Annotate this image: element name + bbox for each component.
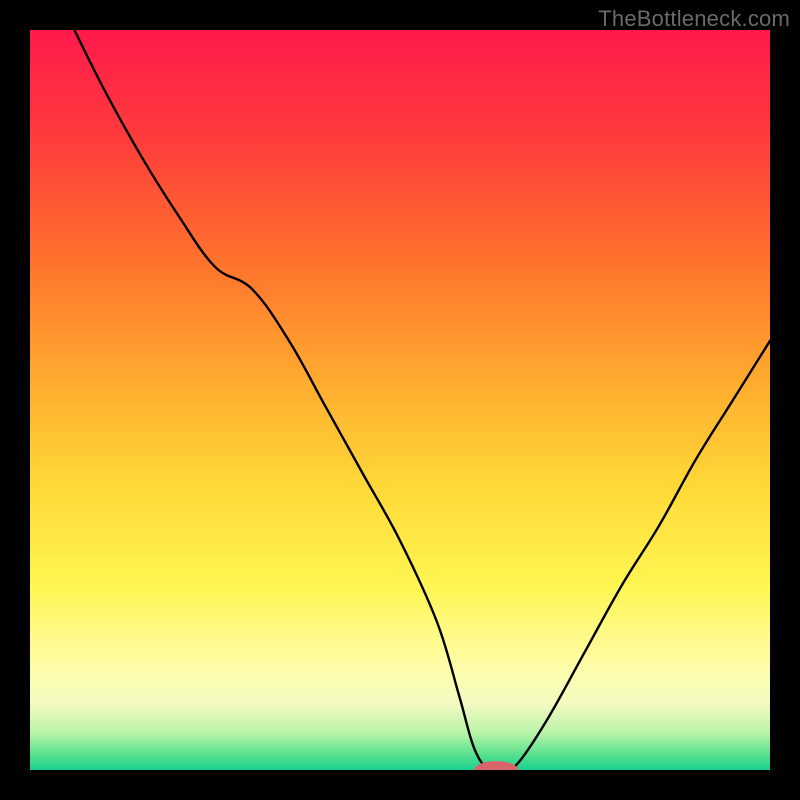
gradient-background (30, 30, 770, 770)
watermark-text: TheBottleneck.com (598, 6, 790, 32)
chart-svg (30, 30, 770, 770)
chart-frame: TheBottleneck.com (0, 0, 800, 800)
chart-plot-area (30, 30, 770, 770)
